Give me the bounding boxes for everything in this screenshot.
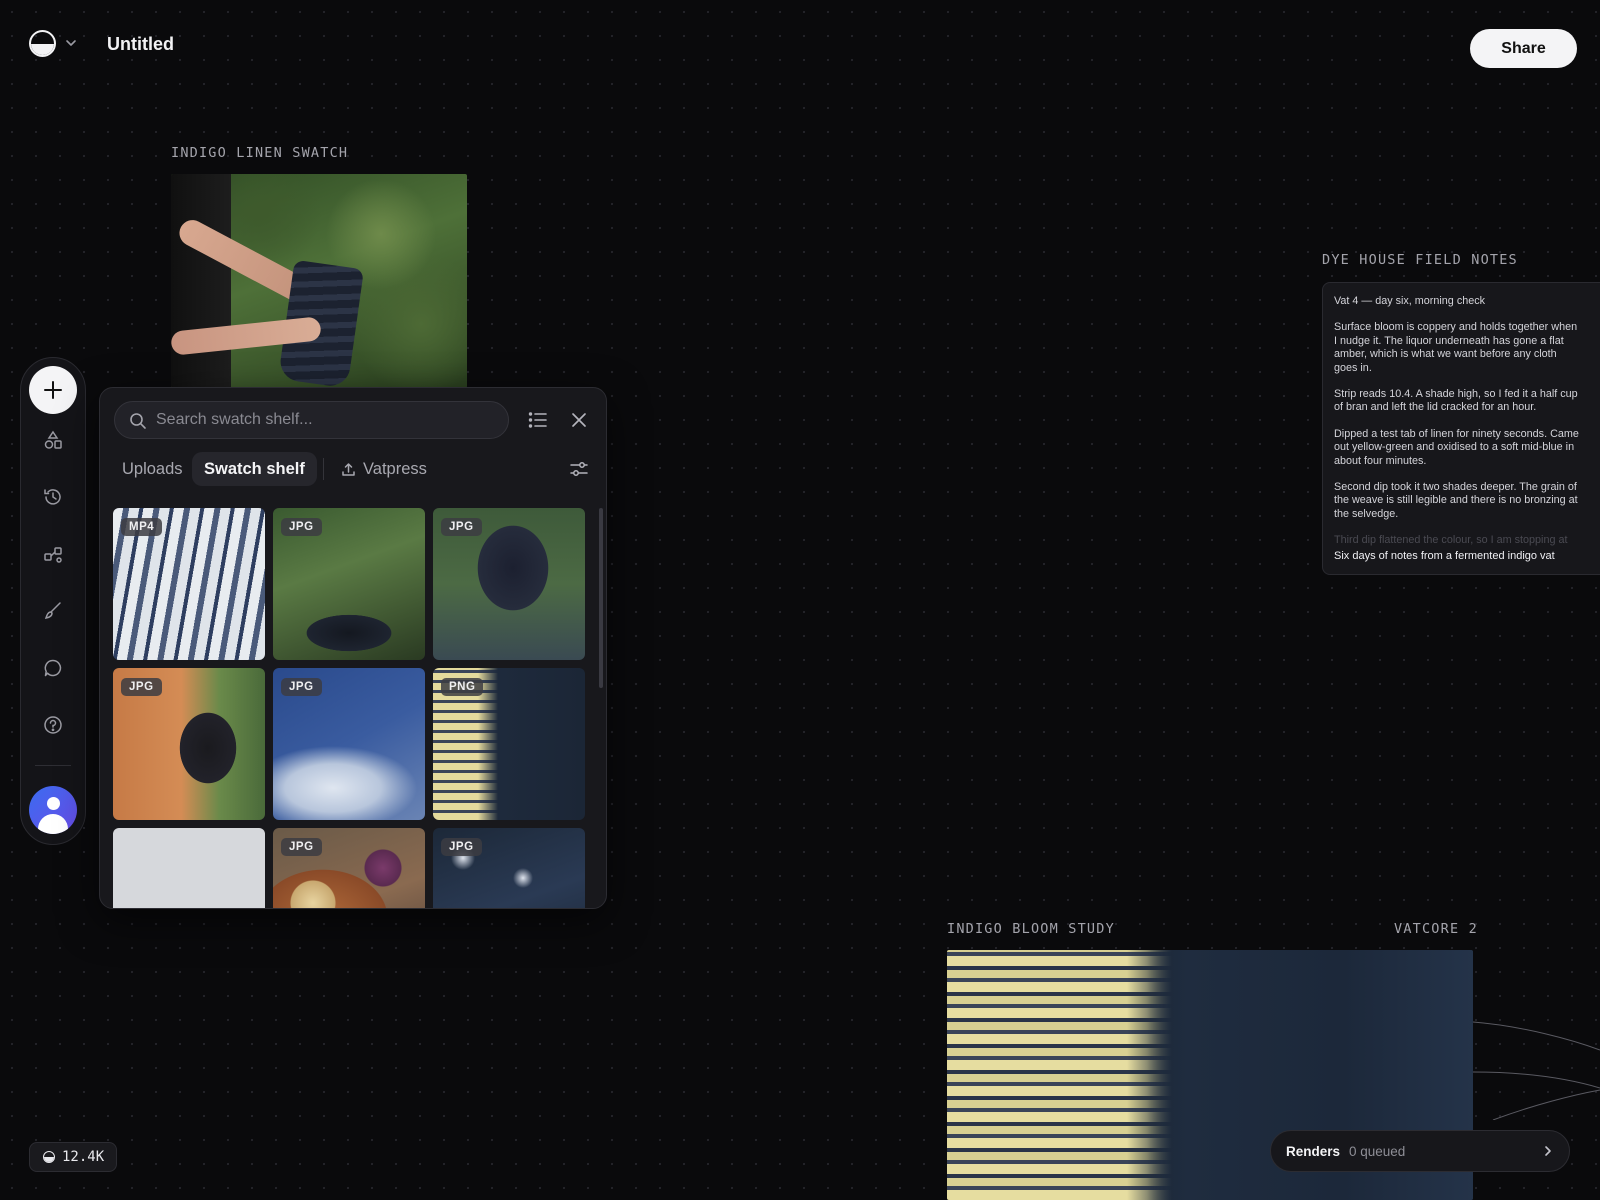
renders-count: 0 queued <box>1349 1144 1406 1159</box>
notes-caption: Six days of notes from a fermented indig… <box>1334 550 1555 562</box>
comment-icon <box>44 659 62 677</box>
frame-label-notes: DYE HOUSE FIELD NOTES <box>1322 252 1518 268</box>
file-type-badge: PNG <box>441 678 484 696</box>
swatch-thumbnail[interactable]: JPG <box>273 508 425 660</box>
app-logo[interactable] <box>29 30 56 57</box>
chevron-down-icon[interactable] <box>64 36 78 50</box>
tab-swatch-shelf[interactable]: Swatch shelf <box>192 452 317 486</box>
user-avatar-icon[interactable] <box>29 786 77 834</box>
field-notes-card[interactable]: Vat 4 — day six, morning check Surface b… <box>1322 282 1600 575</box>
panel-scrollbar[interactable] <box>599 508 603 688</box>
swatch-thumbnail[interactable] <box>113 828 265 908</box>
frame-label-bloom: INDIGO BLOOM STUDY <box>947 921 1115 937</box>
notes-paragraph: Dipped a test tab of linen for ninety se… <box>1334 427 1579 467</box>
search-box[interactable] <box>114 401 509 439</box>
document-title[interactable]: Untitled <box>107 34 174 55</box>
swatch-thumbnail[interactable]: JPG <box>433 508 585 660</box>
notes-paragraph: Surface bloom is coppery and holds toget… <box>1334 321 1578 374</box>
add-button[interactable] <box>29 366 77 414</box>
filter-sliders-icon[interactable] <box>568 458 590 480</box>
shapes-tool[interactable] <box>42 429 64 451</box>
notes-paragraph: Third dip flattened the colour, so I am … <box>1334 534 1568 547</box>
comment-tool[interactable] <box>42 657 64 679</box>
file-type-badge: JPG <box>281 678 322 696</box>
nodes-icon <box>44 547 62 563</box>
swatch-thumbnail[interactable]: MP4 <box>113 508 265 660</box>
file-type-badge: JPG <box>281 518 322 536</box>
plus-icon <box>44 381 62 399</box>
connector-lines <box>1473 1021 1600 1120</box>
swatch-thumbnail[interactable]: PNG <box>433 668 585 820</box>
swatch-thumbnail[interactable]: JPG <box>273 668 425 820</box>
left-toolbar <box>20 357 86 845</box>
shapes-icon <box>44 430 62 449</box>
renders-label: Renders <box>1286 1144 1341 1159</box>
tab-divider <box>323 458 324 480</box>
notes-paragraph: Strip reads 10.4. A shade high, so I fed… <box>1334 388 1578 414</box>
file-type-badge: JPG <box>441 518 482 536</box>
share-button[interactable]: Share <box>1470 29 1577 68</box>
notes-paragraph: Vat 4 — day six, morning check <box>1334 295 1486 307</box>
list-view-icon[interactable] <box>526 408 550 432</box>
close-icon[interactable] <box>567 408 591 432</box>
credits-badge[interactable]: 12.4K <box>29 1142 118 1172</box>
credits-value: 12.4K <box>62 1149 105 1165</box>
file-type-badge: JPG <box>121 678 162 696</box>
frame-label-linen: INDIGO LINEN SWATCH <box>171 145 349 161</box>
swatch-thumbnail[interactable]: JPG <box>273 828 425 908</box>
renders-queue[interactable]: Renders 0 queued <box>1270 1130 1570 1172</box>
credits-icon <box>43 1151 55 1163</box>
linen-swatch-image[interactable] <box>171 174 467 388</box>
tab-vatpress[interactable]: Vatpress <box>329 452 439 486</box>
brush-tool[interactable] <box>42 600 64 622</box>
history-tool[interactable] <box>42 486 64 508</box>
swatch-shelf-panel: Uploads Swatch shelf Vatpress MP4 JPG JP… <box>99 387 607 909</box>
upload-icon <box>342 462 355 476</box>
file-type-badge: MP4 <box>121 518 163 536</box>
notes-paragraph: Second dip took it two shades deeper. Th… <box>1334 481 1578 520</box>
search-icon <box>130 413 146 429</box>
frame-model-label: VATCORE 2 <box>1394 921 1478 937</box>
history-icon <box>44 489 61 505</box>
file-type-badge: JPG <box>281 838 322 856</box>
file-type-badge: JPG <box>441 838 482 856</box>
tab-vatpress-label: Vatpress <box>363 460 427 478</box>
nodes-tool[interactable] <box>42 543 64 565</box>
chevron-right-icon <box>1545 1146 1551 1156</box>
search-input[interactable] <box>156 402 496 438</box>
swatch-thumbnail[interactable]: JPG <box>113 668 265 820</box>
tab-uploads[interactable]: Uploads <box>110 452 195 486</box>
help-tool[interactable] <box>42 714 64 736</box>
toolbar-divider <box>35 765 71 766</box>
swatch-thumbnail[interactable]: JPG <box>433 828 585 908</box>
help-icon <box>44 716 62 734</box>
brush-icon <box>44 602 61 619</box>
